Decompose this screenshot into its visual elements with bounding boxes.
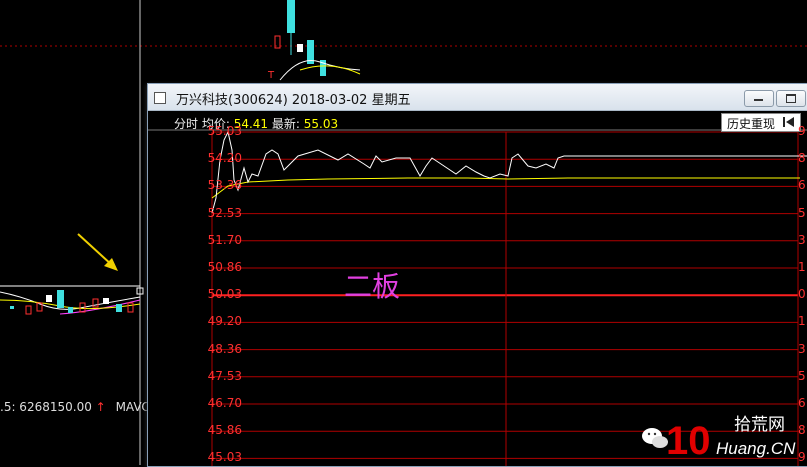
price-tick-label: 48.36 [207, 341, 242, 356]
percent-tick-label: 9 [798, 124, 806, 138]
price-tick-label: 45.03 [207, 450, 242, 465]
percent-tick-label: 8 [798, 151, 806, 166]
price-tick-label: 54.20 [207, 151, 242, 166]
annotation-text: 二板 [344, 270, 401, 303]
maximize-icon [786, 94, 796, 103]
svg-text:T: T [267, 70, 275, 81]
arrow-pointer-icon [77, 233, 118, 271]
minimize-icon [754, 99, 763, 101]
watermark-url: Huang.CN [716, 439, 796, 458]
history-replay-label: 历史重现 [727, 117, 776, 131]
maximize-button[interactable] [776, 90, 806, 107]
price-tick-label: 55.03 [207, 124, 242, 138]
latest-price-value: 55.03 [303, 117, 339, 131]
watermark-number: 10 [666, 419, 711, 463]
window-title: 万兴科技(300624) 2018-03-02 星期五 [176, 93, 411, 108]
history-replay-button[interactable]: 历史重现 [721, 113, 801, 132]
percent-tick-label: 1 [798, 260, 806, 274]
price-tick-label: 45.86 [207, 423, 242, 438]
price-line [211, 130, 807, 214]
latest-label: 最新: [271, 117, 300, 131]
percent-tick-label: 3 [798, 232, 806, 247]
window-titlebar[interactable]: 万兴科技(300624) 2018-03-02 星期五 [148, 84, 807, 111]
background-candles-top: T [267, 0, 361, 81]
window-icon [154, 92, 166, 104]
price-tick-label: 53.36 [207, 178, 242, 193]
price-tick-label: 51.70 [207, 232, 242, 247]
percent-tick-label: 6 [798, 178, 806, 193]
watermark-chinese: 拾荒网 [734, 415, 785, 435]
background-candles-left [0, 285, 144, 315]
price-tick-label: 47.53 [207, 368, 242, 383]
price-tick-label: 46.70 [207, 396, 242, 410]
price-tick-label: 52.53 [207, 205, 242, 220]
price-tick-label: 50.03 [207, 287, 242, 302]
price-tick-label: 49.20 [207, 314, 242, 329]
percent-tick-label: 5 [798, 368, 806, 383]
price-tick-label: 50.86 [207, 260, 242, 274]
watermark-logo: 10 拾荒网 Huang.CN [642, 415, 796, 463]
percent-tick-label: 5 [798, 205, 806, 220]
replay-arrow-icon [783, 117, 794, 127]
percent-tick-label: 0. [798, 287, 807, 302]
wechat-icon [642, 428, 668, 448]
minimize-button[interactable] [744, 90, 774, 107]
percent-tick-label: 6 [798, 396, 806, 410]
percent-tick-label: 1. [798, 314, 807, 329]
percent-tick-label: 3 [798, 341, 806, 356]
volume-up-arrow-icon: ↑ [95, 400, 106, 414]
